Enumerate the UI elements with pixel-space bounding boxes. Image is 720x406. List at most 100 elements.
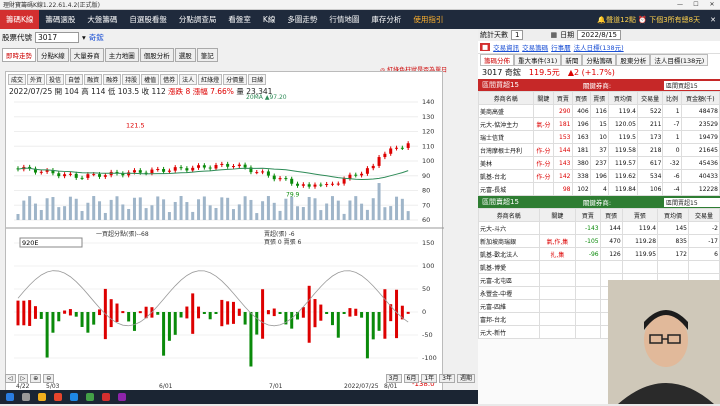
menu-item-2[interactable]: 大盤籌碼	[81, 10, 123, 29]
left-tab-0[interactable]: 即時走勢	[2, 48, 36, 62]
ind-bar	[80, 312, 84, 327]
sell-select[interactable]: 區間賣超15	[664, 197, 720, 207]
left-tab-3[interactable]: 主力地圖	[104, 48, 139, 62]
right-tab-1[interactable]: 重大事件(31)	[514, 53, 562, 66]
minimize-icon[interactable]: —	[672, 1, 688, 8]
mail-icon[interactable]	[70, 393, 78, 401]
volume-bar	[39, 209, 43, 220]
range-button-3[interactable]: 3年	[439, 374, 455, 383]
table-row[interactable]: 新加坡商瑞銀 氣,作,集 -105 470 119.28 835 -17	[478, 234, 720, 248]
table-row[interactable]: 元大-惦沖主力 氣-分 181 196 15 120.05 211 -7 23529	[478, 117, 720, 131]
ind-bar	[16, 300, 20, 326]
ind-bar	[272, 308, 276, 317]
ind-sub2: 買張 0 賣張 6	[264, 238, 302, 246]
table-row[interactable]: 元大-斗六 -143 144 119.4 145 -2	[478, 221, 720, 235]
menu-item-7[interactable]: 多圖走勢	[281, 10, 323, 29]
quick-link-3[interactable]: 法人日標(138元)	[574, 42, 624, 52]
table-row[interactable]: 凱基-歡北法人 扎,集 -96 126 119.95 172 6	[478, 247, 720, 261]
search-taskbar-icon[interactable]	[22, 393, 30, 401]
menu-item-5[interactable]: 看盤室	[222, 10, 257, 29]
menu-item-6[interactable]: K線	[257, 10, 281, 29]
table-row[interactable]: 瑞士信貸 153 163 10 119.5 173 1 19479	[478, 130, 720, 144]
quote-price: 119.5元	[528, 67, 560, 77]
left-tab-2[interactable]: 大量券商	[69, 48, 104, 62]
candle-body	[383, 153, 387, 158]
buy-table: 券商名稱 關鍵 買賣 買張 賣張 買均價 交易量 比例 買金額(千) 美商高盛 290 406 116 1…	[478, 91, 720, 196]
right-tab-3[interactable]: 分點籌碼	[582, 53, 617, 66]
volume-bar	[255, 213, 259, 220]
ind-bar	[220, 299, 224, 327]
menu-item-1[interactable]: 籌碼選股	[39, 10, 81, 29]
table-cell	[575, 312, 601, 326]
candle-body	[214, 164, 218, 169]
quick-link-0[interactable]: 交易資訊	[493, 42, 519, 52]
stock-name[interactable]: 奇鋐	[89, 32, 104, 43]
table-row[interactable]: 美林 作-分 143 380 237 119.57 617 -32 45436	[478, 156, 720, 170]
trading-app-icon[interactable]	[102, 393, 110, 401]
range-button-4[interactable]: 週期	[456, 374, 475, 383]
zoom-button-0[interactable]: ◁	[5, 374, 16, 383]
table-row[interactable]: 台灣摩根士丹利 作-分 144 181 37 119.58 218 0 21645	[478, 143, 720, 157]
right-tab-2[interactable]: 新聞	[561, 53, 583, 66]
app-icon[interactable]	[86, 393, 94, 401]
stats-days-input[interactable]: 1	[511, 30, 524, 40]
candle-body	[132, 170, 136, 173]
buy-select[interactable]: 區間買超15	[664, 80, 720, 90]
ind-bar	[342, 312, 346, 314]
menu-item-4[interactable]: 分點調查局	[173, 10, 223, 29]
start-icon[interactable]	[6, 393, 14, 401]
table-row[interactable]: 元富-長城 98 102 4 119.84 106 -4 12228	[478, 182, 720, 196]
table-cell: -17	[688, 234, 720, 248]
volume-bar	[296, 206, 300, 220]
menu-item-9[interactable]: 庫存分析	[365, 10, 407, 29]
zoom-button-2[interactable]: ⊕	[30, 374, 42, 383]
volume-bar	[22, 200, 26, 220]
range-button-1[interactable]: 6月	[403, 374, 420, 383]
range-button-0[interactable]: 3月	[385, 374, 402, 383]
right-tab-0[interactable]: 籌碼分佈	[480, 53, 514, 66]
volume-bar	[290, 196, 294, 220]
quick-link-2[interactable]: 行事曆	[551, 42, 571, 52]
calendar-icon[interactable]: ▦	[550, 31, 557, 39]
left-tab-1[interactable]: 分點K線	[37, 48, 69, 62]
ind-bar	[115, 303, 119, 322]
close-menu-icon[interactable]: ✕	[706, 16, 720, 24]
table-row[interactable]: 凱基-博愛	[478, 260, 720, 274]
candlestick-chart[interactable]: 60 70 80 90 100 110 120 130 140 20MA ▲97.20 121.5 7…	[6, 72, 444, 392]
maximize-icon[interactable]: ☐	[688, 1, 704, 8]
y-tick-label: 130	[422, 113, 434, 121]
table-cell: 144	[553, 143, 573, 157]
stock-quote: 3017 奇鋐 119.5元 ▲2 (+1.7%)	[478, 65, 720, 79]
menu-item-3[interactable]: 自選股看盤	[123, 10, 173, 29]
browser-icon[interactable]	[54, 393, 62, 401]
volume-bar	[68, 196, 72, 220]
ma-label: 20MA ▲97.20	[246, 94, 287, 101]
left-tab-4[interactable]: 個股分析	[139, 48, 174, 62]
menu-item-0[interactable]: 籌碼K線	[0, 10, 40, 29]
right-tab-4[interactable]: 股東分析	[616, 53, 651, 66]
stock-dropdown-icon[interactable]: ▾	[82, 33, 86, 42]
taskbar	[0, 390, 478, 404]
table-row[interactable]: 凱基-台北 作-分 142 338 196 119.62 534 -6 40433	[478, 169, 720, 183]
close-icon[interactable]: ✕	[704, 1, 720, 8]
table-row[interactable]: 美商高盛 290 406 116 119.4 522 1 48478	[478, 104, 720, 118]
col-header: 比例	[662, 91, 682, 105]
col-header: 買張	[599, 208, 623, 222]
table-cell: 富邦-台北	[478, 312, 540, 326]
volume-bar	[127, 208, 131, 220]
stock-code-input[interactable]: 3017	[35, 31, 79, 43]
table-cell: 181	[553, 117, 573, 131]
quick-link-1[interactable]: 交易籌碼	[522, 42, 548, 52]
right-tab-5[interactable]: 法人目標(138元)	[650, 53, 709, 66]
zoom-button-3[interactable]: ⊖	[43, 374, 55, 383]
media-icon[interactable]	[118, 393, 126, 401]
zoom-button-1[interactable]: ▷	[17, 374, 29, 383]
left-tab-5[interactable]: 選股	[174, 48, 196, 62]
table-cell	[538, 299, 577, 313]
menu-item-10[interactable]: 使用指引	[407, 10, 449, 29]
left-tab-6[interactable]: 筆記	[196, 48, 218, 62]
menu-item-8[interactable]: 行情地圖	[323, 10, 365, 29]
range-button-2[interactable]: 1年	[421, 374, 438, 383]
date-input[interactable]: 2022/8/15	[577, 30, 621, 40]
folder-icon[interactable]	[38, 393, 46, 401]
